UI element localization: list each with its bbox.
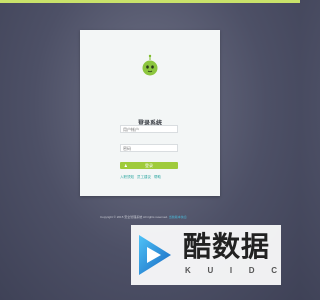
top-accent-strip (0, 0, 300, 3)
password-input[interactable] (120, 144, 178, 152)
robot-mascot-icon (142, 54, 158, 76)
watermark-letter: C (271, 266, 277, 275)
watermark-title: 酷数据 (183, 230, 271, 263)
footer: Copyright © 2015 安全管理系统 All rights reser… (100, 215, 210, 220)
login-card: 登录系统 欢迎使用监控系统 ♟ 登录 入职须知 员工建议 帮助 (80, 30, 220, 196)
username-input[interactable] (120, 125, 178, 133)
link-help[interactable]: 帮助 (154, 175, 161, 179)
link-onboarding[interactable]: 入职须知 (120, 175, 134, 179)
version-link[interactable]: 当前版本信息 (169, 215, 187, 219)
link-suggestions[interactable]: 员工建议 (137, 175, 151, 179)
user-icon: ♟ (124, 163, 128, 168)
watermark-letter: I (229, 266, 233, 275)
watermark-letter: D (248, 266, 255, 275)
copyright-text: Copyright © 2015 安全管理系统 All rights reser… (100, 215, 168, 219)
watermark-letters: K U I D C (185, 266, 277, 276)
login-button-label: 登录 (145, 163, 153, 168)
watermark-letter: K (185, 266, 191, 275)
watermark-letter: U (207, 266, 214, 275)
login-button[interactable]: ♟ 登录 (120, 162, 178, 169)
play-triangle-icon (139, 235, 171, 275)
help-links: 入职须知 员工建议 帮助 (120, 175, 190, 180)
watermark-logo: 酷数据 K U I D C (131, 225, 281, 285)
